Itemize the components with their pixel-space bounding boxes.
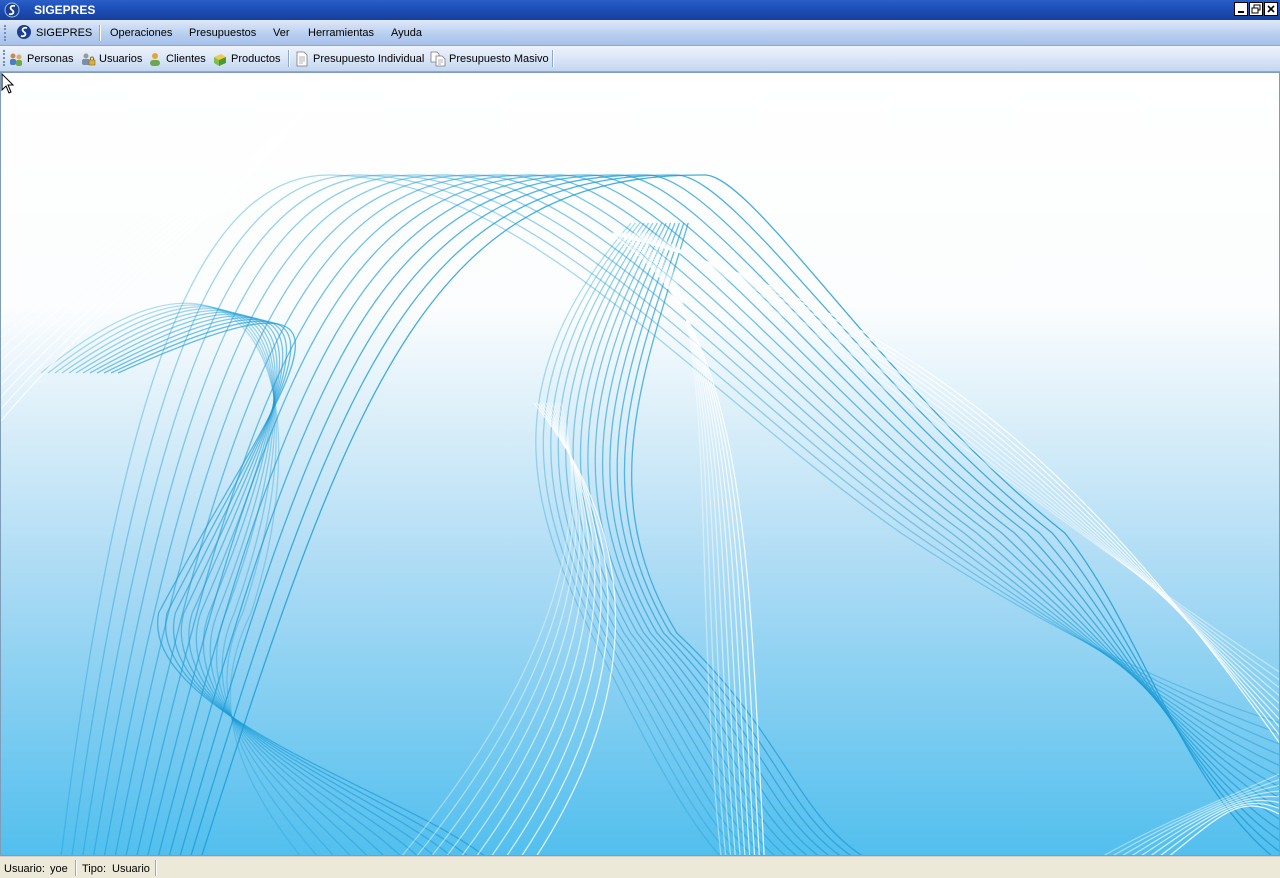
minimize-button[interactable]	[1234, 2, 1248, 16]
client-icon	[150, 53, 160, 66]
usuarios-button[interactable]: Usuarios	[80, 50, 142, 68]
documents-icon	[430, 51, 446, 67]
productos-button[interactable]: Productos	[212, 50, 281, 68]
status-bar: Usuario: yoe Tipo: Usuario	[0, 856, 1280, 878]
presupuesto-masivo-label: Presupuesto Masivo	[449, 53, 549, 65]
menu-herramientas[interactable]: Herramientas	[308, 27, 374, 39]
wave-background	[1, 82, 1279, 855]
personas-label: Personas	[27, 53, 74, 65]
sigepres-logo-icon	[17, 25, 31, 39]
users-lock-icon	[82, 53, 96, 66]
menu-ver[interactable]: Ver	[273, 27, 290, 39]
menu-sigepres[interactable]: SIGEPRES	[16, 24, 92, 40]
productos-label: Productos	[231, 53, 281, 65]
mouse-cursor-icon	[1, 73, 15, 94]
sigepres-logo-icon[interactable]	[4, 2, 20, 18]
presupuesto-masivo-button[interactable]: Presupuesto Masivo	[430, 50, 549, 68]
personas-button[interactable]: Personas	[8, 50, 73, 68]
close-icon	[1267, 5, 1275, 13]
minimize-icon	[1238, 11, 1244, 13]
close-button[interactable]	[1264, 2, 1278, 16]
mdi-workspace[interactable]	[0, 72, 1280, 856]
usuarios-label: Usuarios	[99, 53, 143, 65]
document-icon	[296, 51, 308, 67]
clientes-button[interactable]: Clientes	[147, 50, 206, 68]
window-title: SIGEPRES	[34, 3, 96, 17]
products-icon	[214, 54, 226, 66]
toolbar: Personas Usuarios Clientes Productos Pre…	[0, 46, 1280, 72]
restore-icon	[1251, 4, 1261, 14]
menu-bar: SIGEPRES Operaciones Presupuestos Ver He…	[0, 20, 1280, 46]
status-separator	[75, 860, 77, 876]
toolbar-separator	[552, 50, 554, 67]
menu-separator	[99, 25, 101, 41]
status-type-label: Tipo:	[82, 863, 107, 875]
menubar-grip[interactable]	[4, 25, 9, 41]
clientes-label: Clientes	[166, 53, 206, 65]
presupuesto-individual-button[interactable]: Presupuesto Individual	[294, 50, 424, 68]
toolbar-separator	[288, 50, 290, 67]
menu-sigepres-label: SIGEPRES	[36, 26, 93, 39]
restore-button[interactable]	[1249, 2, 1263, 16]
menu-ayuda[interactable]: Ayuda	[391, 27, 422, 39]
status-type-value: Usuario	[112, 863, 150, 875]
status-user-value: yoe	[50, 863, 68, 875]
people-icon	[10, 53, 22, 66]
presupuesto-individual-label: Presupuesto Individual	[313, 53, 425, 65]
menu-operaciones[interactable]: Operaciones	[110, 27, 172, 39]
status-separator	[155, 860, 157, 876]
status-user-label: Usuario:	[4, 863, 45, 875]
title-bar: SIGEPRES	[0, 0, 1280, 20]
menu-presupuestos[interactable]: Presupuestos	[189, 27, 256, 39]
